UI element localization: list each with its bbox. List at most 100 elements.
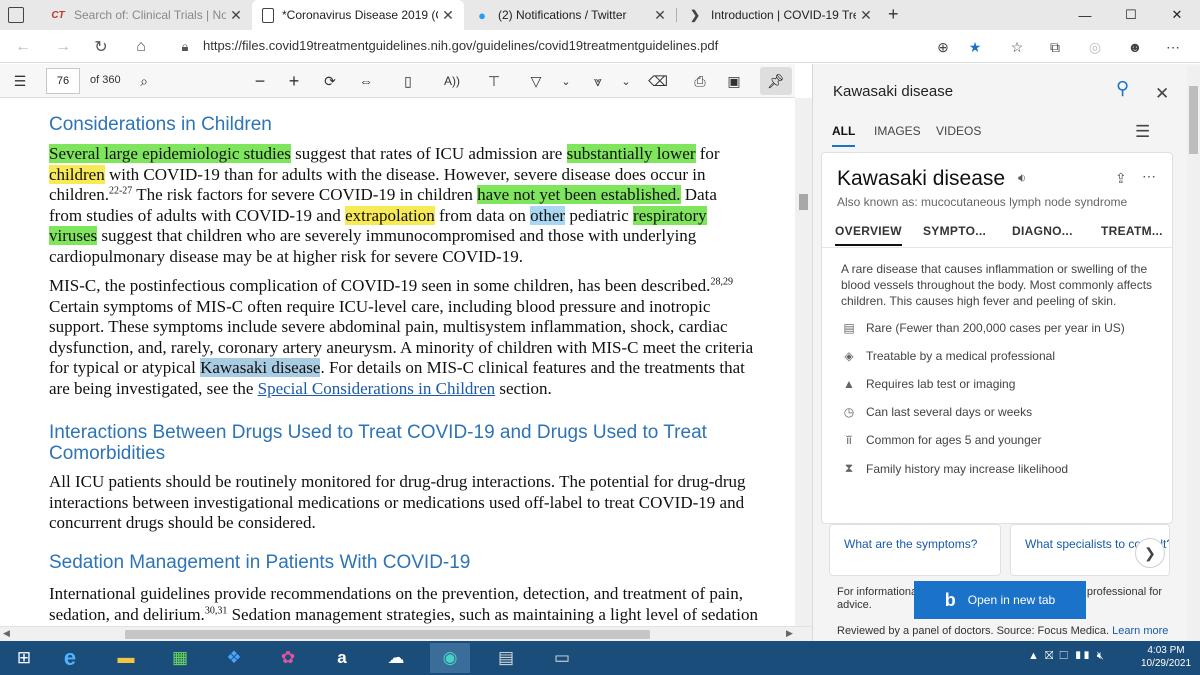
fit-page-icon[interactable]: ⇔ <box>354 70 378 92</box>
learn-more-link[interactable]: Learn more <box>1112 625 1168 637</box>
read-aloud-icon[interactable]: A)) <box>440 70 464 92</box>
contents-icon[interactable]: ☰ <box>8 70 32 92</box>
tab-treatment[interactable]: TREATM... <box>1101 224 1163 238</box>
url-field[interactable]: https://files.covid19treatmentguidelines… <box>203 38 718 53</box>
file-explorer-icon[interactable]: ▬ <box>106 643 146 673</box>
fact-rarity: ▤ Rare (Fewer than 200,000 cases per year… <box>841 321 1124 335</box>
text-run: Sedation management strategies, such as … <box>227 604 758 624</box>
search-icon[interactable]: ⌕ <box>132 70 156 92</box>
more-icon[interactable]: ⋯ <box>1142 168 1156 185</box>
selected-text[interactable]: Kawasaki disease <box>200 358 321 377</box>
close-icon[interactable]: ✕ <box>650 7 670 24</box>
scroll-right-icon[interactable]: ▶ <box>786 628 793 639</box>
chevron-down-icon[interactable]: ⌄ <box>554 70 578 92</box>
calculator-icon[interactable]: ▤ <box>486 643 526 673</box>
save-icon[interactable]: ▣ <box>722 70 746 92</box>
side-scrollbar[interactable] <box>1187 66 1200 641</box>
horizontal-scrollbar[interactable]: ◀ ▶ <box>0 626 812 641</box>
draw-icon[interactable]: ▽ <box>524 70 548 92</box>
chevron-right-icon[interactable]: ❯ <box>1135 538 1165 568</box>
share-icon[interactable]: ⇪ <box>1115 170 1127 187</box>
scroll-thumb[interactable] <box>125 630 650 639</box>
start-icon[interactable]: ⊞ <box>4 643 44 673</box>
zoom-in-icon[interactable]: + <box>282 70 306 92</box>
window-icon[interactable]: ▭ <box>542 643 582 673</box>
system-tray-icons[interactable]: ▲ ⛝ ☐ ▮▮ 🔇︎ <box>1028 650 1104 663</box>
home-icon[interactable]: ⌂ <box>128 34 154 60</box>
speaker-icon[interactable]: 🔉︎ <box>1018 170 1026 186</box>
page-view-icon[interactable]: ▯ <box>396 70 420 92</box>
vertical-scrollbar[interactable] <box>795 98 812 626</box>
rotate-icon[interactable]: ⟳ <box>318 70 342 92</box>
highlight-green: Several large epidemiologic studies <box>49 144 291 163</box>
favorites-icon[interactable]: ☆ <box>1006 36 1028 58</box>
tab-clinical-trials[interactable]: CT Search of: Clinical Trials | Not yet … <box>40 0 252 30</box>
text-run: suggest that rates of ICU admission are <box>290 144 567 163</box>
close-icon[interactable]: ✕ <box>226 7 246 24</box>
lock-icon[interactable]: 🔒︎ <box>172 34 198 60</box>
close-icon[interactable]: ✕ <box>856 7 876 24</box>
scroll-thumb[interactable] <box>799 194 808 210</box>
collections-icon[interactable]: ⧉ <box>1044 36 1066 58</box>
more-menu-icon[interactable]: ⋯ <box>1162 36 1184 58</box>
refresh-icon[interactable]: ↻ <box>88 34 114 60</box>
dropbox-icon[interactable]: ❖ <box>214 643 254 673</box>
text-icon[interactable]: ⊤ <box>482 70 506 92</box>
tab-symptoms[interactable]: SYMPTO... <box>923 224 986 238</box>
text-line: from studies of adults with COVID-19 and… <box>49 205 784 227</box>
highlight-icon[interactable]: ⩔ <box>586 70 610 92</box>
favorite-star-icon[interactable]: ★ <box>964 36 986 58</box>
profile-avatar[interactable]: ☻ <box>1122 36 1148 58</box>
tab-images[interactable]: IMAGES <box>874 124 921 138</box>
pdf-document[interactable]: Considerations in Children Several large… <box>0 98 795 626</box>
zoom-out-icon[interactable]: − <box>248 70 272 92</box>
tab-coronavirus-pdf[interactable]: *Coronavirus Disease 2019 (COVID ✕ <box>252 0 464 30</box>
close-icon[interactable]: ✕ <box>438 7 458 24</box>
maximize-button[interactable]: ☐ <box>1108 0 1154 30</box>
text-run: from studies of adults with COVID-19 and <box>49 205 346 225</box>
new-tab-button[interactable]: + <box>888 4 899 25</box>
open-in-new-tab-button[interactable]: b Open in new tab <box>914 581 1086 619</box>
scroll-left-icon[interactable]: ◀ <box>3 628 10 639</box>
pin-icon[interactable]: 📌︎ <box>760 67 792 95</box>
hamburger-menu-icon[interactable]: ☰ <box>1135 122 1150 142</box>
time: 4:03 PM <box>1147 645 1185 656</box>
fact-treatable: ◈ Treatable by a medical professional <box>841 349 1055 363</box>
special-considerations-link[interactable]: Special Considerations in Children <box>258 379 496 398</box>
amazon-icon[interactable]: a <box>322 643 362 673</box>
tab-title: (2) Notifications / Twitter <box>498 8 627 22</box>
tab-overview[interactable]: OVERVIEW <box>835 224 902 246</box>
paragraph-icu-monitoring: All ICU patients should be routinely mon… <box>49 472 784 534</box>
tab-videos[interactable]: VIDEOS <box>936 124 981 138</box>
side-search-input[interactable]: Kawasaki disease <box>833 83 953 100</box>
address-bar: ← → ↻ ⌂ 🔒︎ https://files.covid19treatmen… <box>0 30 1200 63</box>
search-icon[interactable]: ⚲ <box>1116 78 1129 99</box>
scroll-thumb[interactable] <box>1189 86 1198 154</box>
minimize-button[interactable]: — <box>1062 0 1108 30</box>
tab-all[interactable]: ALL <box>832 124 856 147</box>
back-icon[interactable]: ← <box>10 34 36 60</box>
text-run: suggest that children who are severely i… <box>97 226 697 245</box>
print-icon[interactable]: ⎙ <box>688 70 712 92</box>
chevron-down-icon[interactable]: ⌄ <box>614 70 638 92</box>
text-line: sedation, and delirium.30,31 Sedation ma… <box>49 605 784 626</box>
photos-icon[interactable]: ✿ <box>268 643 308 673</box>
extension-icon[interactable]: ◎ <box>1084 36 1106 58</box>
tab-introduction[interactable]: ❯ Introduction | COVID-19 Treatme ✕ <box>677 0 882 30</box>
forward-icon[interactable]: → <box>50 34 76 60</box>
tab-actions-icon[interactable] <box>8 7 24 23</box>
tab-diagnosis[interactable]: DIAGNO... <box>1012 224 1073 238</box>
close-icon[interactable]: ✕ <box>1155 84 1169 104</box>
cloud-icon[interactable]: ☁ <box>376 643 416 673</box>
tab-twitter[interactable]: ● (2) Notifications / Twitter ✕ <box>464 0 676 30</box>
chart-icon: ▤ <box>843 321 855 335</box>
ie-icon[interactable]: e <box>50 643 90 673</box>
question-symptoms[interactable]: What are the symptoms? <box>829 524 1001 576</box>
zoom-icon[interactable]: ⊕ <box>932 36 954 58</box>
edge-icon[interactable]: ◉ <box>430 643 470 673</box>
eraser-icon[interactable]: ⌫ <box>646 70 670 92</box>
page-number-input[interactable]: 76 <box>46 68 80 94</box>
clock[interactable]: 4:03 PM 10/29/2021 <box>1136 644 1196 670</box>
close-window-button[interactable]: ✕ <box>1154 0 1200 30</box>
store-icon[interactable]: ▦ <box>160 643 200 673</box>
